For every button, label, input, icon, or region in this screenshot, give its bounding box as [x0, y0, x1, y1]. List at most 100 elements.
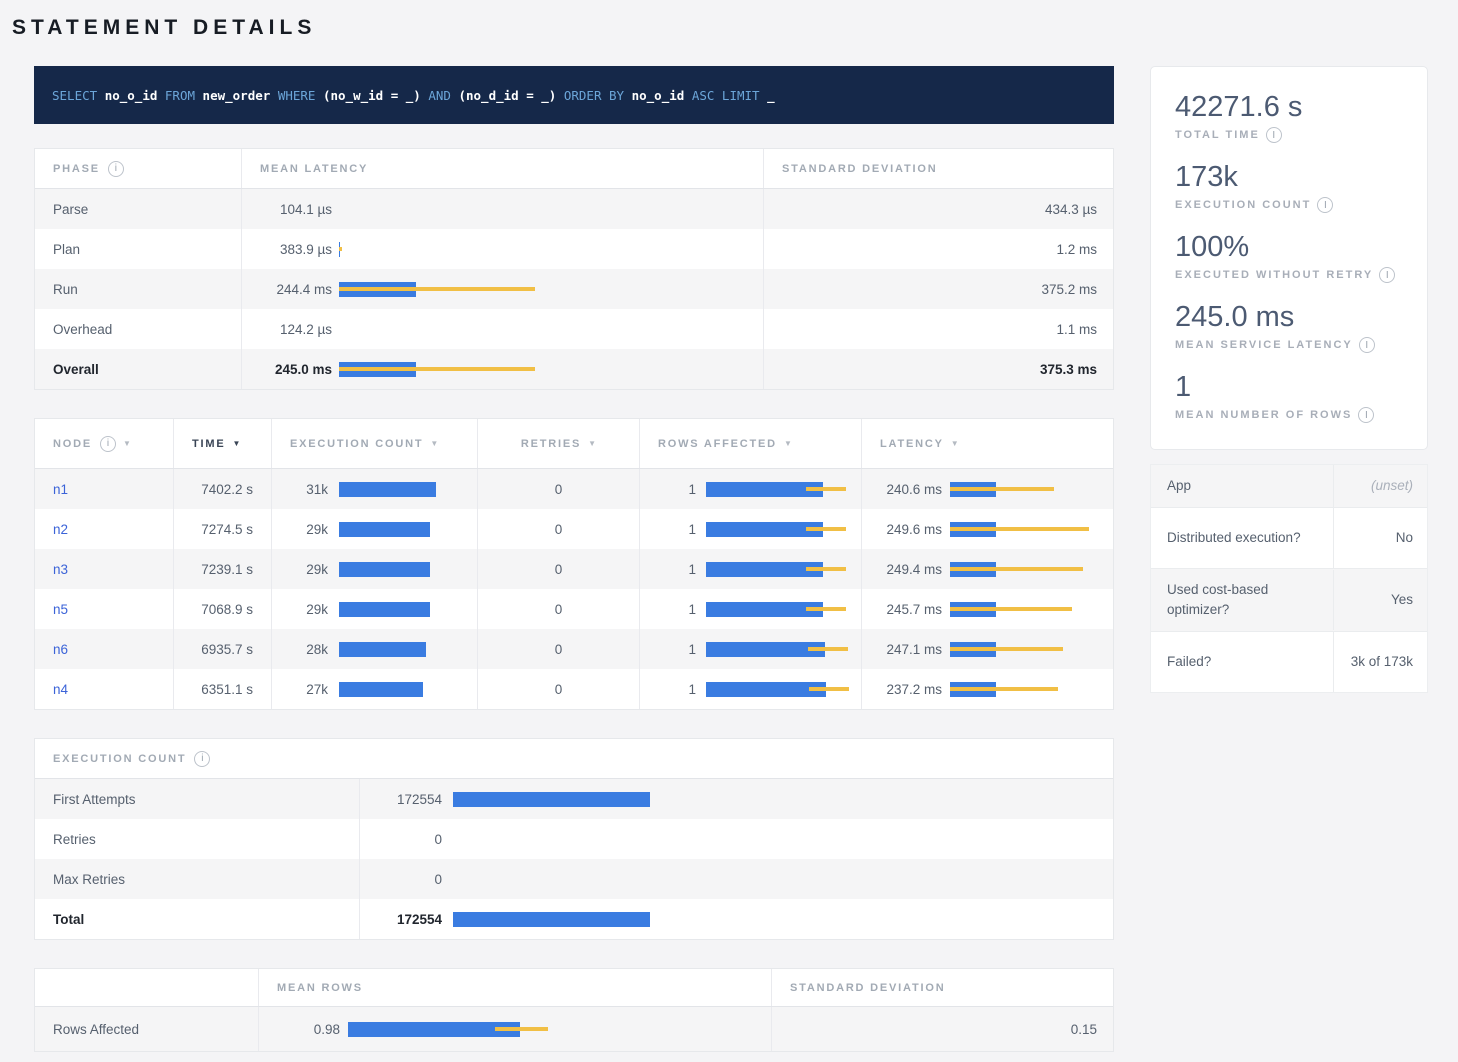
- exec-row-value: 172554: [378, 792, 442, 807]
- attr-label: App: [1151, 465, 1333, 507]
- latency-column-header[interactable]: LATENCY▼: [861, 419, 1115, 468]
- table-row: Plan 383.9 µs 1.2 ms: [35, 229, 1113, 269]
- mean-latency-value: 104.1 µs: [260, 202, 332, 217]
- mean-latency-value: 244.4 ms: [260, 282, 332, 297]
- execution-count-bar: [339, 482, 459, 497]
- exec-count-bar: [453, 912, 1097, 927]
- table-row-overall: Overall 245.0 ms 375.3 ms: [35, 349, 1113, 389]
- mean-rows-value: 0.98: [277, 1022, 340, 1037]
- rows-affected-bar: [706, 682, 843, 697]
- rows-affected-label: Rows Affected: [35, 1007, 258, 1051]
- info-icon[interactable]: i: [1359, 337, 1375, 353]
- rows-affected-value: 1: [658, 562, 696, 577]
- time-value: 6351.1 s: [173, 669, 271, 709]
- sort-desc-icon[interactable]: ▼: [951, 439, 959, 448]
- info-icon[interactable]: i: [1317, 197, 1333, 213]
- table-row: Rows Affected 0.98 0.15: [35, 1007, 1113, 1051]
- info-icon[interactable]: i: [108, 161, 124, 177]
- mean-rows-bar: [348, 1022, 753, 1037]
- attr-label: Used cost-based optimizer?: [1151, 569, 1333, 631]
- sort-desc-icon[interactable]: ▼: [784, 439, 792, 448]
- exec-row-label: Total: [35, 899, 359, 939]
- node-link[interactable]: n1: [53, 482, 68, 497]
- rows-affected-bar: [706, 562, 843, 577]
- rows-affected-value: 1: [658, 482, 696, 497]
- info-icon[interactable]: i: [100, 436, 116, 452]
- sort-desc-icon[interactable]: ▼: [430, 439, 438, 448]
- retries-column-header[interactable]: RETRIES▼: [477, 419, 639, 468]
- attr-value: Yes: [1333, 570, 1429, 630]
- rows-affected-bar: [706, 482, 843, 497]
- info-icon[interactable]: i: [194, 751, 210, 767]
- rows-affected-bar: [706, 642, 843, 657]
- rows-affected-bar: [706, 602, 843, 617]
- stddev-value: 1.2 ms: [763, 229, 1115, 269]
- rows-affected-value: 1: [658, 682, 696, 697]
- retries-value: 0: [477, 629, 639, 669]
- retries-value: 0: [477, 589, 639, 629]
- stat-mean-number-of-rows: 1 MEAN NUMBER OF ROWSi: [1175, 369, 1403, 423]
- info-icon[interactable]: i: [1358, 407, 1374, 423]
- rows-affected-bar: [706, 522, 843, 537]
- stat-mean-service-latency: 245.0 ms MEAN SERVICE LATENCYi: [1175, 299, 1403, 353]
- attr-row-app: App (unset): [1151, 465, 1427, 507]
- execution-count-value: 28k: [290, 642, 328, 657]
- sort-desc-icon[interactable]: ▼: [232, 439, 240, 448]
- node-link[interactable]: n3: [53, 562, 68, 577]
- stat-value: 100%: [1175, 229, 1403, 265]
- mean-rows-column-header: MEAN ROWS: [277, 982, 363, 994]
- execution-count-value: 31k: [290, 482, 328, 497]
- node-link[interactable]: n5: [53, 602, 68, 617]
- exec-row-value: 0: [378, 872, 442, 887]
- table-row: Parse 104.1 µs 434.3 µs: [35, 189, 1113, 229]
- rows-affected-value: 1: [658, 642, 696, 657]
- retries-value: 0: [477, 669, 639, 709]
- table-row-total: Total 172554: [35, 899, 1113, 939]
- time-column-header[interactable]: TIME▼: [173, 419, 271, 468]
- sql-statement: SELECT no_o_id FROM new_order WHERE (no_…: [52, 88, 775, 103]
- phase-label: Overall: [35, 349, 241, 389]
- table-row: First Attempts 172554: [35, 779, 1113, 819]
- mean-latency-value: 124.2 µs: [260, 322, 332, 337]
- stat-total-time: 42271.6 s TOTAL TIMEi: [1175, 89, 1403, 143]
- mean-latency-bar: [339, 242, 745, 257]
- sort-desc-icon[interactable]: ▼: [123, 439, 131, 448]
- retries-value: 0: [477, 469, 639, 509]
- mean-latency-bar: [339, 362, 745, 377]
- sql-statement-box: SELECT no_o_id FROM new_order WHERE (no_…: [34, 66, 1114, 124]
- node-link[interactable]: n6: [53, 642, 68, 657]
- mean-latency-value: 383.9 µs: [260, 242, 332, 257]
- node-table-header: NODEi▼ TIME▼ EXECUTION COUNT▼ RETRIES▼ R…: [35, 419, 1113, 469]
- latency-value: 249.4 ms: [880, 562, 942, 577]
- stat-label: MEAN NUMBER OF ROWS: [1175, 409, 1352, 421]
- info-icon[interactable]: i: [1266, 127, 1282, 143]
- execution-count-title: EXECUTION COUNT: [53, 753, 186, 765]
- execution-count-bar: [339, 522, 459, 537]
- phase-latency-table: PHASEi MEAN LATENCY STANDARD DEVIATION P…: [34, 148, 1114, 390]
- stat-label: EXECUTED WITHOUT RETRY: [1175, 269, 1373, 281]
- time-value: 7274.5 s: [173, 509, 271, 549]
- mean-latency-column-header: MEAN LATENCY: [260, 163, 368, 175]
- node-link[interactable]: n4: [53, 682, 68, 697]
- execution-count-value: 27k: [290, 682, 328, 697]
- node-column-header[interactable]: NODEi▼: [35, 419, 173, 468]
- mean-latency-bar: [339, 282, 745, 297]
- execution-count-value: 29k: [290, 522, 328, 537]
- info-icon[interactable]: i: [1379, 267, 1395, 283]
- execution-count-column-header[interactable]: EXECUTION COUNT▼: [271, 419, 477, 468]
- page-title: STATEMENT DETAILS: [12, 16, 1458, 40]
- exec-row-value: 0: [378, 832, 442, 847]
- latency-value: 237.2 ms: [880, 682, 942, 697]
- rows-affected-column-header[interactable]: ROWS AFFECTED▼: [639, 419, 861, 468]
- exec-count-bar: [453, 792, 1097, 807]
- node-link[interactable]: n2: [53, 522, 68, 537]
- rows-affected-value: 1: [658, 602, 696, 617]
- execution-count-bar: [339, 682, 459, 697]
- phase-label: Overhead: [35, 309, 241, 349]
- latency-bar: [950, 682, 1097, 697]
- node-row: n4 6351.1 s 27k 0 1 237.2 ms: [35, 669, 1113, 709]
- statement-details-page: STATEMENT DETAILS SELECT no_o_id FROM ne…: [0, 0, 1458, 1052]
- sort-desc-icon[interactable]: ▼: [588, 439, 596, 448]
- execution-count-header: EXECUTION COUNT i: [35, 739, 1113, 779]
- stat-label: TOTAL TIME: [1175, 129, 1260, 141]
